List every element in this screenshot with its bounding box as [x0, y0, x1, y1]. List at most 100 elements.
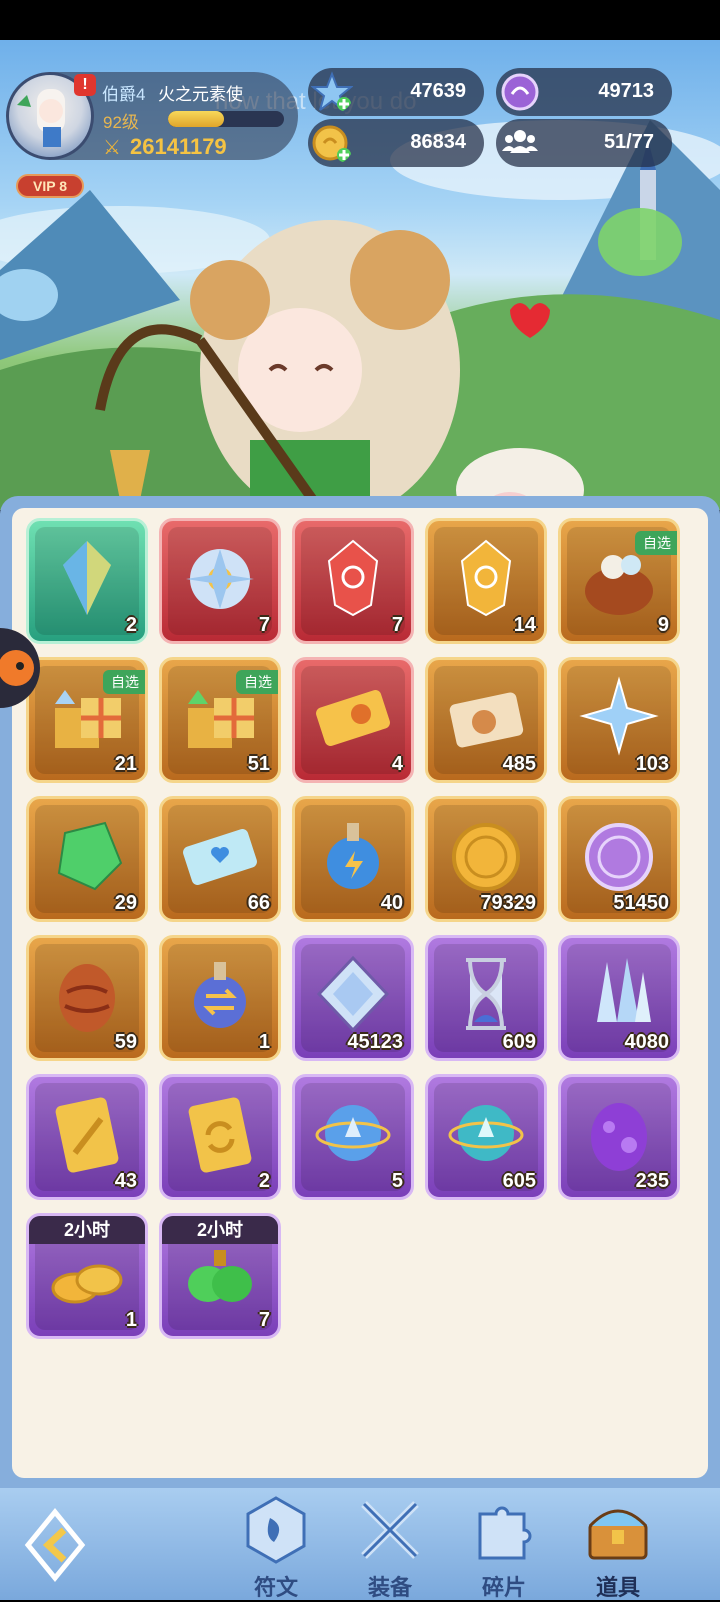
item-count: 1	[125, 1309, 137, 1331]
item-count: 5	[391, 1170, 403, 1192]
swap-potion-icon	[194, 962, 246, 1028]
inventory-item[interactable]: 235	[558, 1074, 680, 1200]
item-count: 14	[513, 614, 536, 636]
resource-gold-coin[interactable]: 86834	[308, 119, 484, 167]
inventory-item[interactable]: 7	[159, 518, 281, 644]
inventory-item[interactable]: 51450	[558, 796, 680, 922]
red-rune-stone-icon	[327, 539, 379, 617]
hourglass-icon	[466, 958, 506, 1030]
blue-orb-icon	[315, 1105, 391, 1161]
xp-bar-fill	[168, 111, 224, 127]
heart-ticket-icon	[183, 829, 257, 885]
resource-population[interactable]: 51/77	[496, 119, 672, 167]
purple-coin-icon	[501, 73, 539, 111]
resource-value: 47639	[410, 80, 466, 102]
item-count: 4080	[624, 1031, 670, 1053]
nav-tab-label: 碎片	[481, 1575, 526, 1600]
teal-orb-icon	[448, 1105, 524, 1161]
status-bar	[0, 0, 720, 40]
inventory-item[interactable]: 485	[425, 657, 547, 783]
inventory-item[interactable]: 2	[159, 1074, 281, 1200]
inventory-item[interactable]: 605	[425, 1074, 547, 1200]
vip-badge[interactable]: VIP 8	[16, 174, 84, 198]
inventory-panel: 2 7 7 14 自选 9 自选 21 自选 51 4 485 103 29 66 40 79329 51450 5…	[0, 496, 720, 1488]
item-choice-tag: 自选	[103, 670, 145, 694]
item-count: 66	[247, 892, 270, 914]
treasure-chest-icon	[588, 1509, 648, 1560]
inventory-item[interactable]: 59	[26, 935, 148, 1061]
rainbow-crystal-icon	[63, 541, 111, 615]
inventory-item[interactable]: 4080	[558, 935, 680, 1061]
inventory-item[interactable]: 7	[292, 518, 414, 644]
item-count: 605	[502, 1170, 536, 1192]
item-count: 485	[502, 753, 536, 775]
people-icon	[502, 130, 538, 153]
nav-tab[interactable]: 道具	[570, 1494, 666, 1600]
resource-star-gem[interactable]: 47639	[308, 68, 484, 116]
item-count: 1	[258, 1031, 270, 1053]
item-count: 79329	[480, 892, 536, 914]
nav-tab[interactable]: 装备	[342, 1494, 438, 1600]
item-timer-label: 2小时	[162, 1216, 278, 1244]
inventory-item[interactable]: 29	[26, 796, 148, 922]
star-gem-icon	[310, 71, 354, 113]
fire-egg-icon	[59, 964, 115, 1032]
inventory-item[interactable]: 14	[425, 518, 547, 644]
inventory-item[interactable]: 103	[558, 657, 680, 783]
item-count: 59	[114, 1031, 137, 1053]
green-ore-icon	[57, 821, 123, 891]
crossed-swords-power-icon: ⚔	[103, 137, 121, 159]
resource-purple-coin[interactable]: 49713	[496, 68, 672, 116]
inventory-item[interactable]: 45123	[292, 935, 414, 1061]
green-slime	[598, 208, 682, 276]
inventory-item[interactable]: 66	[159, 796, 281, 922]
combat-power: 26141179	[130, 134, 227, 159]
item-count: 609	[502, 1031, 536, 1053]
inventory-item[interactable]: 609	[425, 935, 547, 1061]
item-count: 2	[258, 1170, 270, 1192]
item-count: 9	[657, 614, 669, 636]
inventory-item[interactable]: 自选 51	[159, 657, 281, 783]
item-count: 51450	[613, 892, 669, 914]
inventory-item[interactable]: 自选 9	[558, 518, 680, 644]
side-pet-bubble[interactable]	[0, 628, 40, 708]
inventory-item[interactable]: 2	[26, 518, 148, 644]
player-name: 火之元素使	[158, 85, 243, 104]
resource-value: 49713	[598, 80, 654, 102]
inventory-item[interactable]: 5	[292, 1074, 414, 1200]
gold-medal-coin-icon	[452, 823, 520, 891]
gold-ticket-icon	[316, 690, 390, 746]
item-count: 7	[258, 1309, 270, 1331]
xp-bar	[168, 111, 284, 127]
inventory-item[interactable]: 2小时 1	[26, 1213, 148, 1339]
purple-egg-icon	[591, 1103, 647, 1171]
gold-coin-icon	[312, 125, 351, 162]
inventory-item[interactable]: 43	[26, 1074, 148, 1200]
energy-potion-icon	[327, 823, 379, 889]
inventory-item[interactable]: 自选 21	[26, 657, 148, 783]
item-count: 235	[635, 1170, 669, 1192]
item-timer-label: 2小时	[29, 1216, 145, 1244]
orange-pet-icon	[0, 650, 34, 686]
item-count: 45123	[347, 1031, 403, 1053]
inventory-item[interactable]: 4	[292, 657, 414, 783]
back-arrow-button[interactable]	[20, 1500, 90, 1590]
inventory-item[interactable]: 79329	[425, 796, 547, 922]
inventory-item[interactable]: 2小时 7	[159, 1213, 281, 1339]
puzzle-piece-icon	[478, 1506, 532, 1560]
nav-tab[interactable]: 碎片	[456, 1494, 552, 1600]
refresh-card-icon	[188, 1097, 252, 1173]
item-count: 51	[247, 753, 270, 775]
item-count: 2	[125, 614, 137, 636]
inventory-grid: 2 7 7 14 自选 9 自选 21 自选 51 4 485 103 29 66 40 79329 51450 5…	[12, 508, 708, 1478]
alert-badge[interactable]: !	[74, 74, 96, 96]
nav-tab[interactable]: 符文	[228, 1494, 324, 1600]
rune-icon	[246, 1496, 306, 1564]
inventory-item[interactable]: 1	[159, 935, 281, 1061]
inventory-item[interactable]: 40	[292, 796, 414, 922]
purple-medal-coin-icon	[585, 823, 653, 891]
item-choice-tag: 自选	[635, 531, 677, 555]
item-choice-tag: 自选	[236, 670, 278, 694]
crossed-swords-icon	[361, 1501, 419, 1559]
item-count: 43	[114, 1170, 137, 1192]
